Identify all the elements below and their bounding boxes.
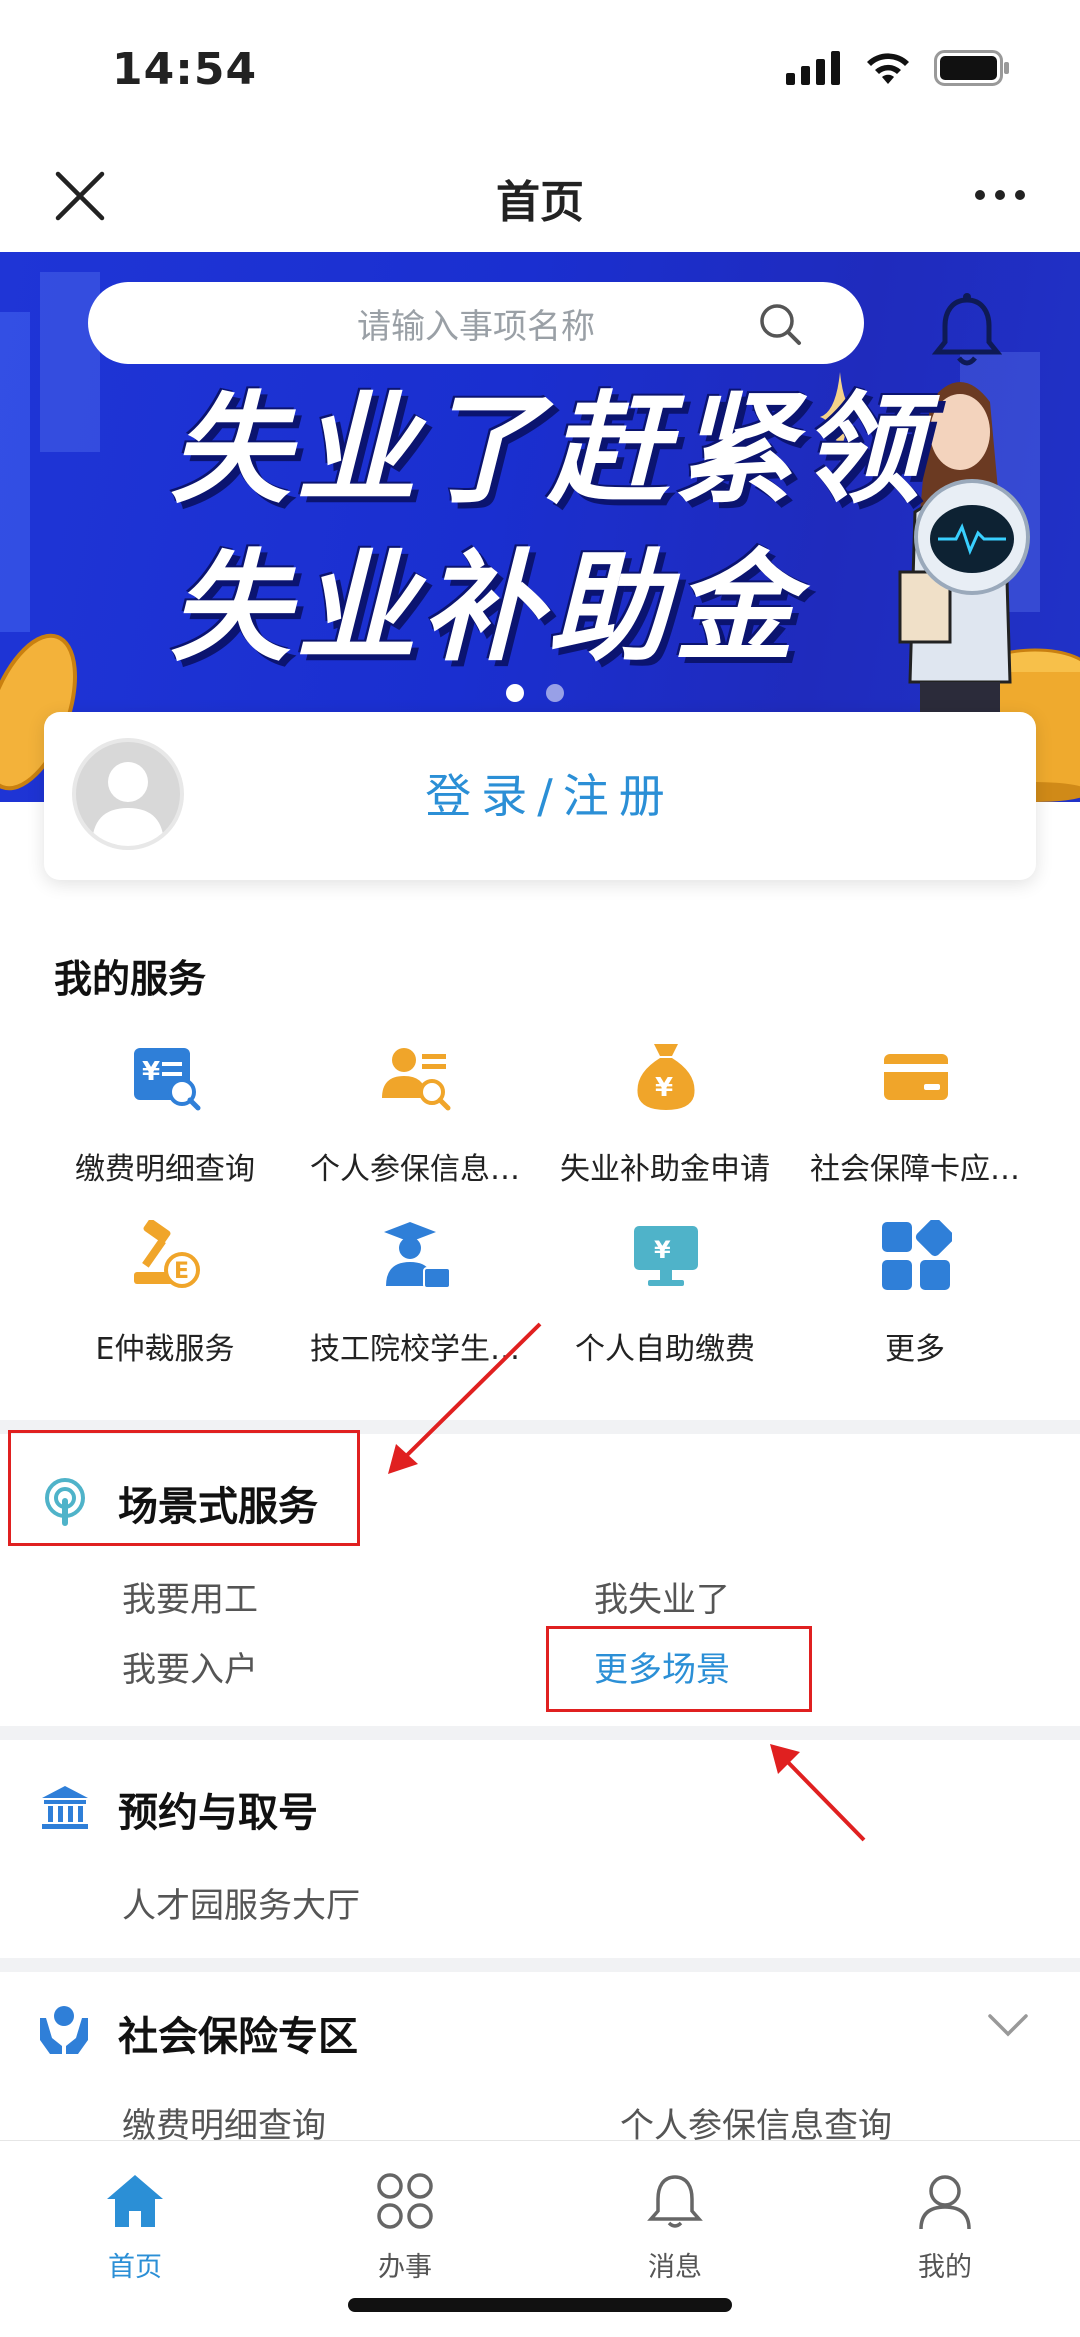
appointment-hall-link[interactable]: 人才园服务大厅 bbox=[122, 1878, 360, 1927]
tab-home[interactable]: 首页 bbox=[0, 2171, 270, 2283]
status-time: 14:54 bbox=[112, 44, 258, 95]
svg-text:¥: ¥ bbox=[654, 1236, 671, 1264]
service-e-arbitration[interactable]: E E仲裁服务 bbox=[40, 1220, 290, 1367]
service-label: 个人参保信息… bbox=[310, 1152, 520, 1187]
cellular-signal-icon bbox=[786, 51, 840, 85]
service-label: E仲裁服务 bbox=[95, 1332, 235, 1367]
bell-icon bbox=[647, 2175, 703, 2228]
section-divider bbox=[0, 1958, 1080, 1972]
tab-label: 办事 bbox=[378, 2252, 432, 2283]
service-more[interactable]: 更多 bbox=[790, 1220, 1040, 1367]
carousel-dot-2[interactable] bbox=[546, 684, 564, 702]
page-title: 首页 bbox=[496, 177, 584, 228]
hands-protect-icon bbox=[40, 2006, 88, 2054]
svg-text:¥: ¥ bbox=[142, 1057, 160, 1087]
tab-label: 首页 bbox=[108, 2252, 162, 2283]
scene-link-residency[interactable]: 我要入户 bbox=[122, 1642, 258, 1691]
chevron-down-icon[interactable] bbox=[986, 2010, 1030, 2040]
nav-bar: 首页 bbox=[0, 140, 1080, 252]
battery-icon bbox=[934, 50, 1009, 86]
annotation-box-scene-title bbox=[8, 1430, 360, 1546]
social-insurance-title: 社会保险专区 bbox=[118, 2014, 358, 2060]
status-icons bbox=[786, 50, 1010, 86]
notification-bell-icon[interactable] bbox=[932, 292, 1002, 368]
tab-label: 消息 bbox=[648, 2252, 702, 2283]
tab-label: 我的 bbox=[918, 2252, 972, 2283]
section-divider bbox=[0, 1726, 1080, 1740]
wifi-icon bbox=[867, 53, 909, 84]
annotation-box-more-scenes bbox=[546, 1626, 812, 1712]
login-card[interactable]: 登录/注册 bbox=[44, 712, 1036, 880]
status-bar: 14:54 bbox=[0, 0, 1080, 140]
student-icon bbox=[384, 1222, 451, 1289]
svg-text:E: E bbox=[174, 1259, 189, 1284]
scene-link-hire[interactable]: 我要用工 bbox=[122, 1572, 258, 1621]
tab-mine[interactable]: 我的 bbox=[810, 2171, 1080, 2283]
carousel-indicator bbox=[506, 684, 564, 702]
tab-messages[interactable]: 消息 bbox=[540, 2171, 810, 2283]
search-icon[interactable] bbox=[758, 302, 802, 346]
svg-text:¥: ¥ bbox=[655, 1073, 673, 1103]
service-label: 缴费明细查询 bbox=[75, 1152, 255, 1187]
service-self-payment[interactable]: ¥ 个人自助缴费 bbox=[540, 1220, 790, 1367]
service-label: 社会保障卡应… bbox=[810, 1152, 1020, 1187]
carousel-dot-1[interactable] bbox=[506, 684, 524, 702]
service-payment-detail[interactable]: ¥ 缴费明细查询 bbox=[40, 1040, 290, 1187]
service-label: 失业补助金申请 bbox=[560, 1152, 770, 1187]
personal-insurance-icon bbox=[382, 1048, 451, 1111]
home-icon bbox=[107, 2175, 163, 2227]
tab-services[interactable]: 办事 bbox=[270, 2171, 540, 2283]
self-pay-icon: ¥ bbox=[634, 1226, 698, 1286]
scene-link-unemployed[interactable]: 我失业了 bbox=[594, 1572, 730, 1621]
annotation-arrow-icon bbox=[388, 1322, 542, 1474]
payment-detail-icon: ¥ bbox=[134, 1048, 201, 1111]
service-social-security-card[interactable]: 社会保障卡应… bbox=[790, 1040, 1040, 1187]
banner-headline-1: 失业了赶紧领 bbox=[170, 381, 926, 520]
login-register-link[interactable]: 登录/注册 bbox=[44, 760, 1036, 826]
service-unemployment-subsidy[interactable]: ¥ 失业补助金申请 bbox=[540, 1040, 790, 1187]
institution-icon bbox=[42, 1786, 88, 1829]
more-options-icon[interactable] bbox=[970, 170, 1030, 220]
appointment-title: 预约与取号 bbox=[118, 1790, 318, 1836]
search-placeholder: 请输入事项名称 bbox=[357, 306, 595, 347]
my-services-title: 我的服务 bbox=[54, 957, 207, 1001]
banner-headline-2: 失业补助金 bbox=[170, 539, 800, 678]
gavel-icon: E bbox=[134, 1220, 200, 1288]
service-label: 更多 bbox=[885, 1332, 945, 1367]
robot-icon bbox=[914, 479, 1030, 595]
service-personal-insurance[interactable]: 个人参保信息… bbox=[290, 1040, 540, 1187]
card-icon bbox=[884, 1054, 948, 1100]
four-circles-icon bbox=[377, 2173, 433, 2229]
more-grid-icon bbox=[882, 1220, 952, 1290]
annotation-arrow-icon bbox=[770, 1744, 866, 1842]
money-bag-icon: ¥ bbox=[637, 1044, 695, 1110]
user-icon bbox=[919, 2175, 971, 2230]
service-label: 个人自助缴费 bbox=[575, 1332, 755, 1367]
home-indicator[interactable] bbox=[348, 2298, 732, 2312]
